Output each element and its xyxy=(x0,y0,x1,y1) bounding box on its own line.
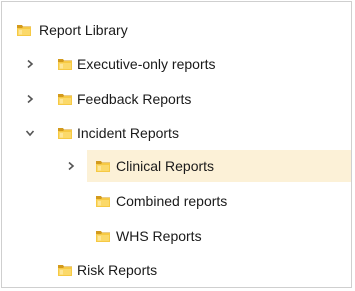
tree-item-label: Feedback Reports xyxy=(77,91,192,107)
tree-item-label: Clinical Reports xyxy=(116,158,215,174)
folder-icon xyxy=(95,228,111,244)
chevron-right-icon[interactable] xyxy=(24,58,36,70)
tree-item-label: Report Library xyxy=(39,22,128,38)
tree-item-label: Executive-only reports xyxy=(77,56,216,72)
folder-icon xyxy=(57,262,73,278)
tree-item-label: Incident Reports xyxy=(77,125,179,141)
tree-item-feedback-reports[interactable]: Feedback Reports xyxy=(2,84,351,114)
folder-icon xyxy=(95,158,111,174)
tree-item-report-library[interactable]: Report Library xyxy=(2,15,351,45)
tree-item-label: Combined reports xyxy=(116,193,228,209)
chevron-down-icon[interactable] xyxy=(24,127,36,139)
chevron-right-icon[interactable] xyxy=(24,93,36,105)
tree-item-clinical-reports[interactable]: Clinical Reports xyxy=(68,150,351,182)
folder-icon xyxy=(57,56,73,72)
folder-icon xyxy=(57,91,73,107)
folder-icon xyxy=(16,22,32,38)
folder-icon xyxy=(57,125,73,141)
tree-item-incident-reports[interactable]: Incident Reports xyxy=(2,118,351,148)
tree-item-whs-reports[interactable]: WHS Reports xyxy=(87,221,351,251)
tree-item-label: WHS Reports xyxy=(116,228,202,244)
tree-item-executive-only-reports[interactable]: Executive-only reports xyxy=(2,49,351,79)
folder-icon xyxy=(95,193,111,209)
chevron-right-icon[interactable] xyxy=(65,160,77,172)
tree-item-risk-reports[interactable]: Risk Reports xyxy=(2,255,351,285)
tree-item-label: Risk Reports xyxy=(77,262,158,278)
report-library-tree-panel: Report Library Executive-only reports Fe… xyxy=(1,1,352,288)
tree-item-combined-reports[interactable]: Combined reports xyxy=(87,186,351,216)
